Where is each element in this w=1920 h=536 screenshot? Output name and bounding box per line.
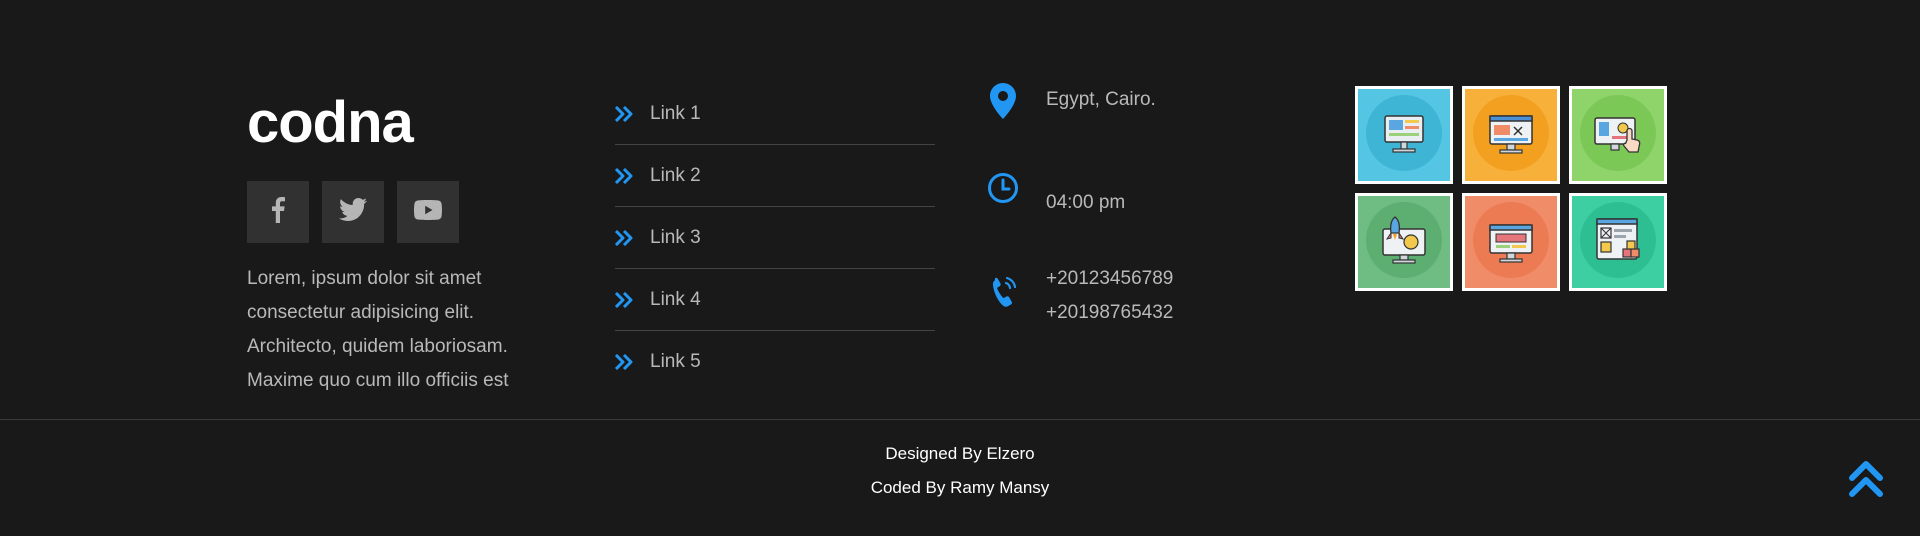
footer-link-label: Link 1 — [650, 102, 701, 124]
location-text: Egypt, Cairo. — [1046, 89, 1156, 110]
phone-icon — [985, 276, 1021, 330]
footer-link-label: Link 2 — [650, 164, 701, 186]
clock-icon — [985, 172, 1021, 220]
scroll-to-top-button[interactable] — [1848, 458, 1884, 500]
twitter-button[interactable] — [322, 181, 384, 243]
gallery-image[interactable] — [1462, 193, 1560, 291]
double-chevron-right-icon — [615, 352, 635, 372]
facebook-button[interactable] — [247, 181, 309, 243]
youtube-icon — [414, 199, 442, 225]
hours-text: 04:00 pm — [1046, 192, 1126, 213]
double-chevron-right-icon — [615, 228, 635, 248]
gallery-image[interactable] — [1569, 193, 1667, 291]
footer-main: codna Lorem, ipsum dolor sit amet consec… — [0, 0, 1920, 419]
double-chevron-right-icon — [615, 104, 635, 124]
phone-number[interactable]: +20123456789 — [1046, 262, 1173, 296]
designed-by-text: Designed By Elzero — [885, 444, 1035, 463]
web-monitor-illustration — [1365, 94, 1443, 177]
footer-link-5[interactable]: Link 5 — [615, 331, 935, 392]
touch-screen-illustration — [1579, 94, 1657, 177]
footer-link-2[interactable]: Link 2 — [615, 145, 935, 207]
image-gallery — [1355, 86, 1667, 291]
footer-link-label: Link 4 — [650, 288, 701, 310]
about-text: Lorem, ipsum dolor sit amet consectetur … — [247, 268, 509, 391]
twitter-icon — [339, 198, 367, 226]
footer-link-4[interactable]: Link 4 — [615, 269, 935, 331]
double-chevron-right-icon — [615, 166, 635, 186]
footer-link-1[interactable]: Link 1 — [615, 83, 935, 145]
coded-by-text: Coded By Ramy Mansy — [870, 478, 1050, 497]
double-chevron-up-icon — [1848, 461, 1884, 504]
copyright: Designed By Elzero Coded By Ramy Mansy — [0, 437, 1920, 505]
gallery-image[interactable] — [1355, 193, 1453, 291]
footer-link-label: Link 3 — [650, 226, 701, 248]
desktop-browser-illustration — [1472, 201, 1550, 284]
phone-row: +20123456789 +20198765432 — [985, 262, 1173, 330]
brand-logo[interactable]: codna — [247, 88, 414, 158]
gallery-image[interactable] — [1462, 86, 1560, 184]
location-pin-icon — [985, 83, 1021, 119]
rocket-launch-illustration — [1365, 201, 1443, 284]
location-row: Egypt, Cairo. — [985, 83, 1156, 119]
web-design-illustration — [1472, 94, 1550, 177]
social-links — [247, 181, 459, 243]
gallery-image[interactable] — [1569, 86, 1667, 184]
hours-row: 04:00 pm — [985, 172, 1125, 220]
phone-number[interactable]: +20198765432 — [1046, 296, 1173, 330]
footer-link-3[interactable]: Link 3 — [615, 207, 935, 269]
ui-wireframe-illustration — [1579, 201, 1657, 284]
facebook-icon — [271, 196, 285, 228]
phone-numbers: +20123456789 +20198765432 — [1046, 262, 1173, 330]
footer-link-label: Link 5 — [650, 350, 701, 372]
double-chevron-right-icon — [615, 290, 635, 310]
footer-divider — [0, 419, 1920, 420]
gallery-image[interactable] — [1355, 86, 1453, 184]
youtube-button[interactable] — [397, 181, 459, 243]
footer-links: Link 1 Link 2 Link 3 Link 4 Link 5 — [615, 83, 935, 392]
